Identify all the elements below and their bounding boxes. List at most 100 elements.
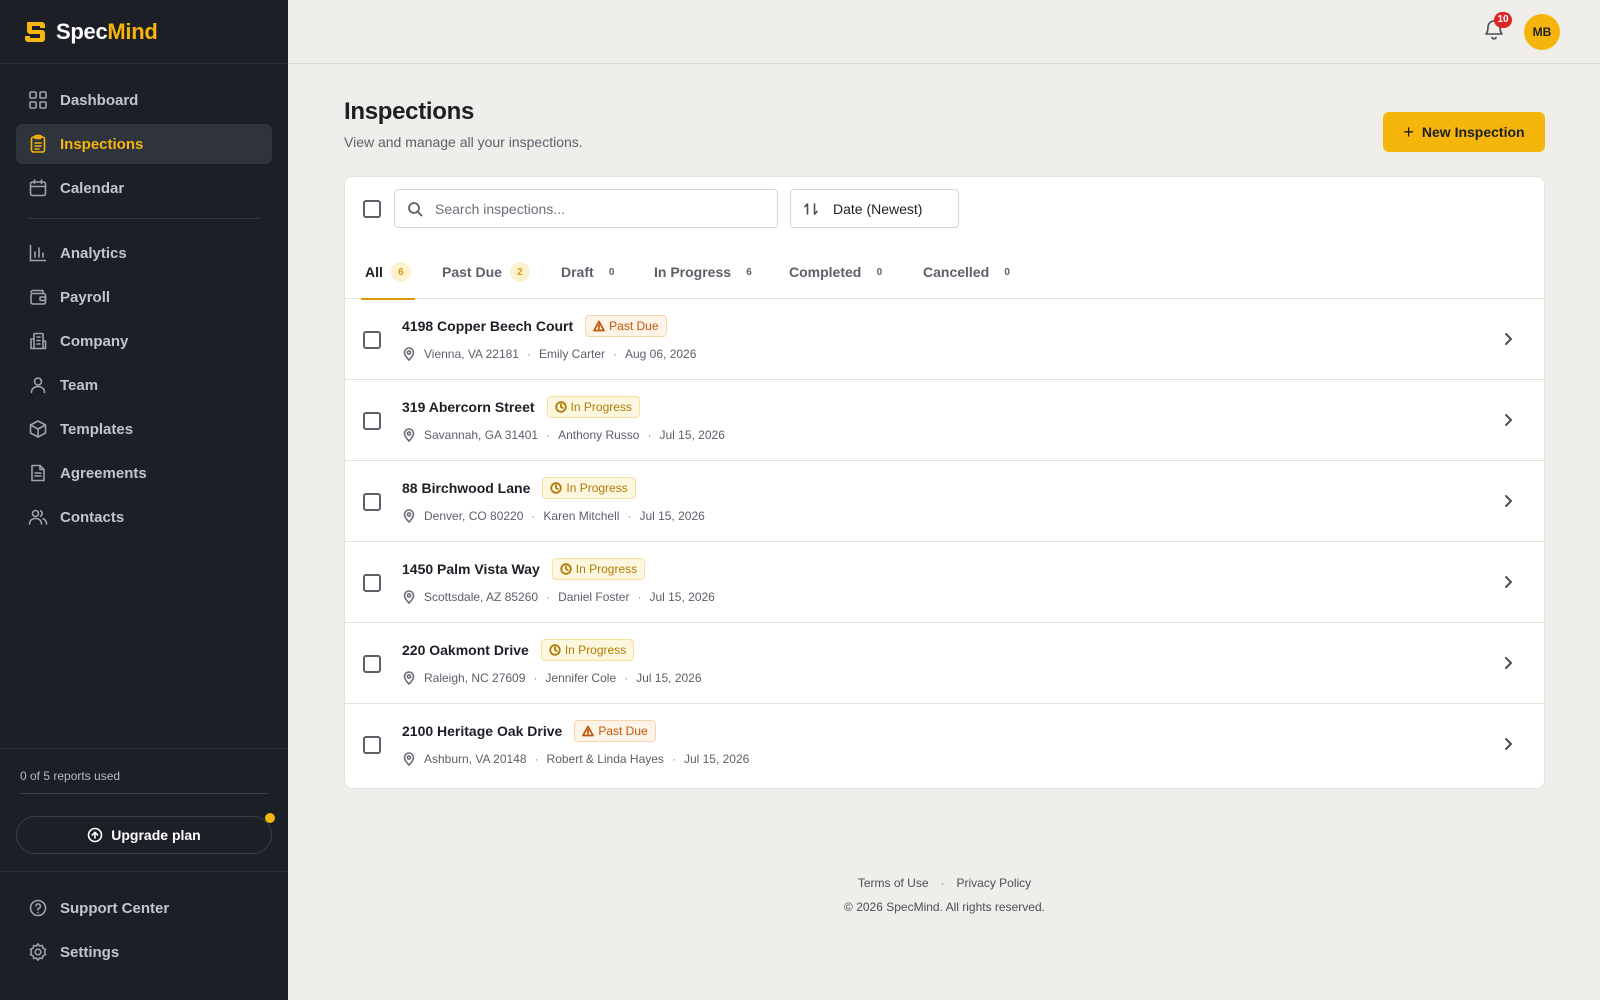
- meta-separator: ·: [546, 590, 551, 604]
- new-inspection-button[interactable]: + New Inspection: [1383, 112, 1545, 152]
- sidebar-item-label: Dashboard: [60, 91, 139, 109]
- sidebar-item-contacts[interactable]: Contacts: [16, 497, 272, 537]
- tab-count-badge: 0: [1004, 266, 1010, 278]
- inspection-row[interactable]: 2100 Heritage Oak Drive Past Due Ashburn, …: [345, 704, 1544, 785]
- row-meta: Denver, CO 80220 · Karen Mitchell · Jul 15, …: [402, 509, 705, 523]
- logo-mark-icon: [25, 21, 45, 42]
- row-checkbox[interactable]: [363, 574, 381, 592]
- inspection-list: 4198 Copper Beech Court Past Due Vienna, V…: [345, 299, 1544, 785]
- status-badge: In Progress: [546, 396, 640, 418]
- sidebar-item-templates[interactable]: Templates: [16, 409, 272, 449]
- avatar[interactable]: MB: [1524, 14, 1560, 50]
- footer-nav: Support Center Settings: [0, 871, 288, 976]
- sidebar-item-analytics[interactable]: Analytics: [16, 233, 272, 273]
- row-meta: Ashburn, VA 20148 · Robert & Linda Hayes · J…: [402, 752, 749, 766]
- notifications-button[interactable]: 10: [1482, 12, 1512, 44]
- status-badge: In Progress: [551, 558, 646, 580]
- building-icon: [30, 332, 47, 350]
- clock-icon: [550, 482, 563, 494]
- chevron-right-icon[interactable]: [1500, 655, 1516, 671]
- sidebar: SpecMind Dashboard Inspections Calendar …: [0, 0, 288, 1000]
- footer-links: Terms of Use · Privacy Policy: [344, 876, 1545, 890]
- sidebar-item-agreements[interactable]: Agreements: [16, 453, 272, 493]
- tab-in-progress[interactable]: In Progress 6: [654, 241, 759, 299]
- sort-label: Date (Newest): [833, 200, 923, 217]
- sidebar-item-dashboard[interactable]: Dashboard: [16, 80, 272, 120]
- search-box[interactable]: [394, 189, 778, 228]
- upgrade-indicator-dot: [265, 813, 275, 823]
- bar-chart-icon: [29, 244, 47, 262]
- row-meta: Vienna, VA 22181 · Emily Carter · Aug 06, 20…: [402, 347, 696, 361]
- privacy-link[interactable]: Privacy Policy: [957, 876, 1032, 890]
- status-label: Past Due: [598, 724, 648, 738]
- inspection-row[interactable]: 88 Birchwood Lane In Progress Denver, CO 8…: [345, 461, 1544, 542]
- sidebar-item-inspections[interactable]: Inspections: [16, 124, 272, 164]
- row-checkbox[interactable]: [363, 736, 381, 754]
- terms-link[interactable]: Terms of Use: [858, 876, 929, 890]
- sidebar-item-support-center[interactable]: Support Center: [16, 888, 272, 928]
- copyright: © 2026 SpecMind. All rights reserved.: [844, 900, 1045, 914]
- sidebar-item-team[interactable]: Team: [16, 365, 272, 405]
- inspection-row[interactable]: 4198 Copper Beech Court Past Due Vienna, V…: [345, 299, 1544, 380]
- chevron-right-icon[interactable]: [1500, 412, 1516, 428]
- inspection-row[interactable]: 1450 Palm Vista Way In Progress Scottsdale…: [345, 542, 1544, 623]
- sidebar-item-settings[interactable]: Settings: [16, 932, 272, 972]
- gear-icon: [29, 943, 47, 961]
- inspection-client: Emily Carter: [538, 347, 605, 361]
- wallet-icon: [30, 289, 47, 305]
- clock-icon: [554, 401, 567, 413]
- row-checkbox[interactable]: [363, 655, 381, 673]
- chevron-right-icon[interactable]: [1500, 493, 1516, 509]
- upgrade-plan-button[interactable]: Upgrade plan: [16, 813, 275, 854]
- page-title: Inspections: [344, 98, 475, 125]
- chevron-right-icon[interactable]: [1500, 736, 1516, 752]
- tab-cancelled[interactable]: Cancelled 0: [923, 241, 1017, 299]
- select-all-checkbox[interactable]: [363, 200, 381, 218]
- meta-separator: ·: [627, 509, 632, 523]
- inspection-row[interactable]: 319 Abercorn Street In Progress Savannah, …: [345, 380, 1544, 461]
- package-icon: [29, 420, 47, 438]
- tab-label: Draft: [561, 264, 594, 280]
- tab-label: Completed: [789, 264, 862, 280]
- status-badge: Past Due: [585, 315, 667, 337]
- tab-label: All: [365, 264, 383, 280]
- tab-all[interactable]: All 6: [361, 241, 415, 300]
- map-pin-icon: [403, 752, 415, 766]
- row-checkbox[interactable]: [363, 412, 381, 430]
- inspections-panel: Date (Newest) All 6 Past Due 2 Draft 0 I…: [344, 176, 1545, 789]
- row-title: 220 Oakmont Drive In Progress: [402, 639, 635, 661]
- sort-dropdown[interactable]: Date (Newest): [790, 189, 959, 228]
- sidebar-item-calendar[interactable]: Calendar: [16, 168, 272, 208]
- sidebar-item-payroll[interactable]: Payroll: [16, 277, 272, 317]
- page-subtitle: View and manage all your inspections.: [344, 134, 583, 150]
- tab-completed[interactable]: Completed 0: [789, 241, 889, 299]
- sidebar-item-label: Support Center: [60, 899, 170, 917]
- chevron-right-icon[interactable]: [1500, 331, 1516, 347]
- row-checkbox[interactable]: [363, 493, 381, 511]
- inspection-address: 319 Abercorn Street: [402, 399, 535, 415]
- inspection-row[interactable]: 220 Oakmont Drive In Progress Raleigh, NC …: [345, 623, 1544, 704]
- page-footer: Terms of Use · Privacy Policy © 2026 Spe…: [344, 876, 1545, 914]
- sidebar-item-label: Calendar: [60, 179, 125, 197]
- tab-past-due[interactable]: Past Due 2: [442, 241, 530, 299]
- clipboard-icon: [30, 134, 46, 153]
- meta-separator: ·: [637, 590, 642, 604]
- warning-icon: [582, 725, 595, 737]
- inspection-address: 4198 Copper Beech Court: [402, 318, 574, 334]
- search-input[interactable]: [435, 200, 755, 217]
- plus-icon: +: [1403, 122, 1414, 142]
- brand-name: SpecMind: [56, 18, 158, 44]
- inspection-location: Denver, CO 80220: [424, 509, 524, 523]
- tab-draft[interactable]: Draft 0: [561, 241, 622, 299]
- row-checkbox[interactable]: [363, 331, 381, 349]
- status-tabs: All 6 Past Due 2 Draft 0 In Progress 6 C…: [345, 241, 1544, 300]
- logo[interactable]: SpecMind: [0, 0, 288, 64]
- row-title: 1450 Palm Vista Way In Progress: [402, 558, 646, 580]
- inspection-address: 2100 Heritage Oak Drive: [402, 723, 563, 739]
- footer-separator: ·: [940, 876, 945, 890]
- sidebar-item-company[interactable]: Company: [16, 321, 272, 361]
- chevron-right-icon[interactable]: [1500, 574, 1516, 590]
- row-title: 4198 Copper Beech Court Past Due: [402, 315, 667, 337]
- inspection-client: Karen Mitchell: [543, 509, 620, 523]
- search-icon: [408, 201, 423, 216]
